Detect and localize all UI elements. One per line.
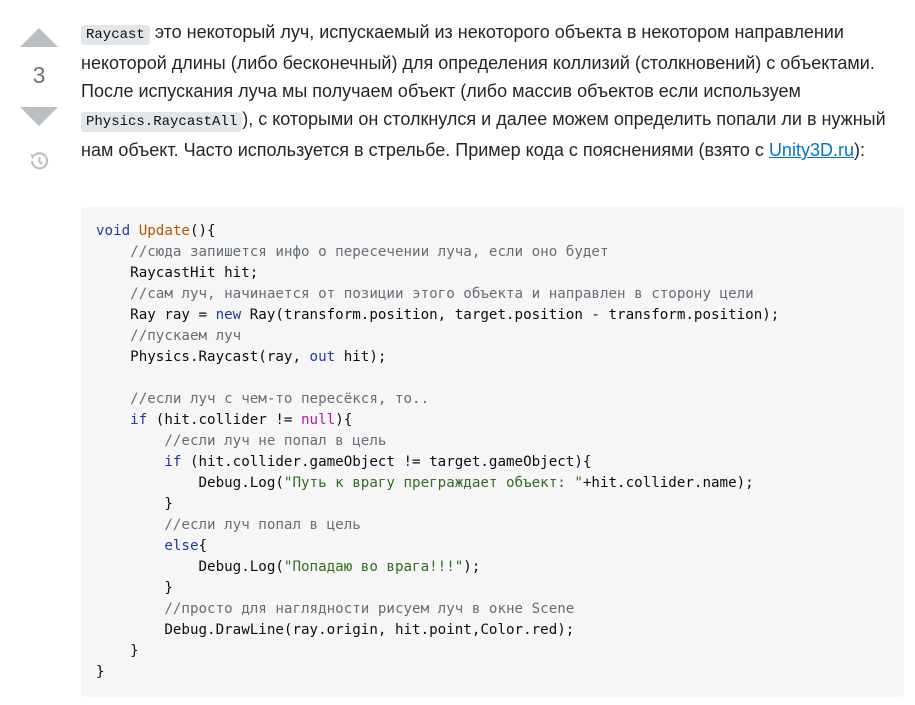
code-token: Update — [138, 223, 190, 239]
code-comment: //сюда запишется инфо о пересечении луча… — [96, 244, 609, 260]
code-string: "Попадаю во врага!!!" — [283, 559, 464, 575]
code-line: Debug.DrawLine(ray.origin, hit.point,Col… — [96, 622, 575, 638]
code-token: +hit.collider.name); — [582, 475, 754, 491]
code-token: Debug.Log( — [96, 559, 284, 575]
code-line: RaycastHit hit; — [96, 265, 259, 281]
code-token: Debug.Log( — [96, 475, 284, 491]
downvote-arrow-icon[interactable] — [20, 107, 58, 126]
code-token: out — [309, 349, 336, 365]
code-token: null — [301, 412, 336, 428]
code-line: } — [96, 580, 173, 596]
answer-text-part1: это некоторый луч, испускаемый из некото… — [81, 22, 875, 101]
vote-column: 3 — [14, 28, 64, 174]
code-pre: void Update(){ //сюда запишется инфо о п… — [96, 221, 904, 683]
answer-body: Raycast это некоторый луч, испускаемый и… — [81, 18, 911, 164]
code-token: (){ — [189, 223, 216, 239]
code-token: { — [198, 538, 208, 554]
code-token: if — [164, 454, 182, 470]
code-comment: //просто для наглядности рисуем луч в ок… — [96, 601, 575, 617]
code-string: "Путь к врагу преграждает объект: " — [283, 475, 583, 491]
inline-code-raycastall: Physics.RaycastAll — [81, 112, 243, 132]
code-token: (hit.collider != — [147, 412, 302, 428]
code-block: void Update(){ //сюда запишется инфо о п… — [81, 207, 904, 697]
code-comment: //сам луч, начинается от позиции этого о… — [96, 286, 754, 302]
code-line: } — [96, 664, 105, 680]
unity3d-link[interactable]: Unity3D.ru — [769, 140, 854, 160]
code-token: new — [215, 307, 242, 323]
code-token: if — [130, 412, 148, 428]
code-token: hit); — [335, 349, 387, 365]
code-token: Physics.Raycast(ray, — [96, 349, 310, 365]
code-token: else — [164, 538, 199, 554]
code-token: (hit.collider.gameObject != target.gameO… — [181, 454, 592, 470]
inline-code-raycast: Raycast — [81, 25, 150, 45]
code-comment: //если луч попал в цель — [96, 517, 361, 533]
history-icon[interactable] — [26, 148, 52, 174]
code-token: Ray(transform.position, target.position … — [241, 307, 780, 323]
code-comment: //если луч не попал в цель — [96, 433, 387, 449]
code-comment: //если луч с чем-то пересёкся, то.. — [96, 391, 430, 407]
code-line: } — [96, 496, 173, 512]
code-comment: //пускаем луч — [96, 328, 242, 344]
answer-paragraph: Raycast это некоторый луч, испускаемый и… — [81, 18, 911, 164]
answer-text-part3: ): — [853, 140, 865, 160]
code-token: Ray ray = — [96, 307, 216, 323]
code-token: void — [96, 223, 131, 239]
code-line: } — [96, 643, 139, 659]
code-token: ){ — [335, 412, 353, 428]
code-token: ); — [463, 559, 481, 575]
upvote-arrow-icon[interactable] — [20, 28, 58, 47]
vote-score: 3 — [32, 62, 46, 88]
